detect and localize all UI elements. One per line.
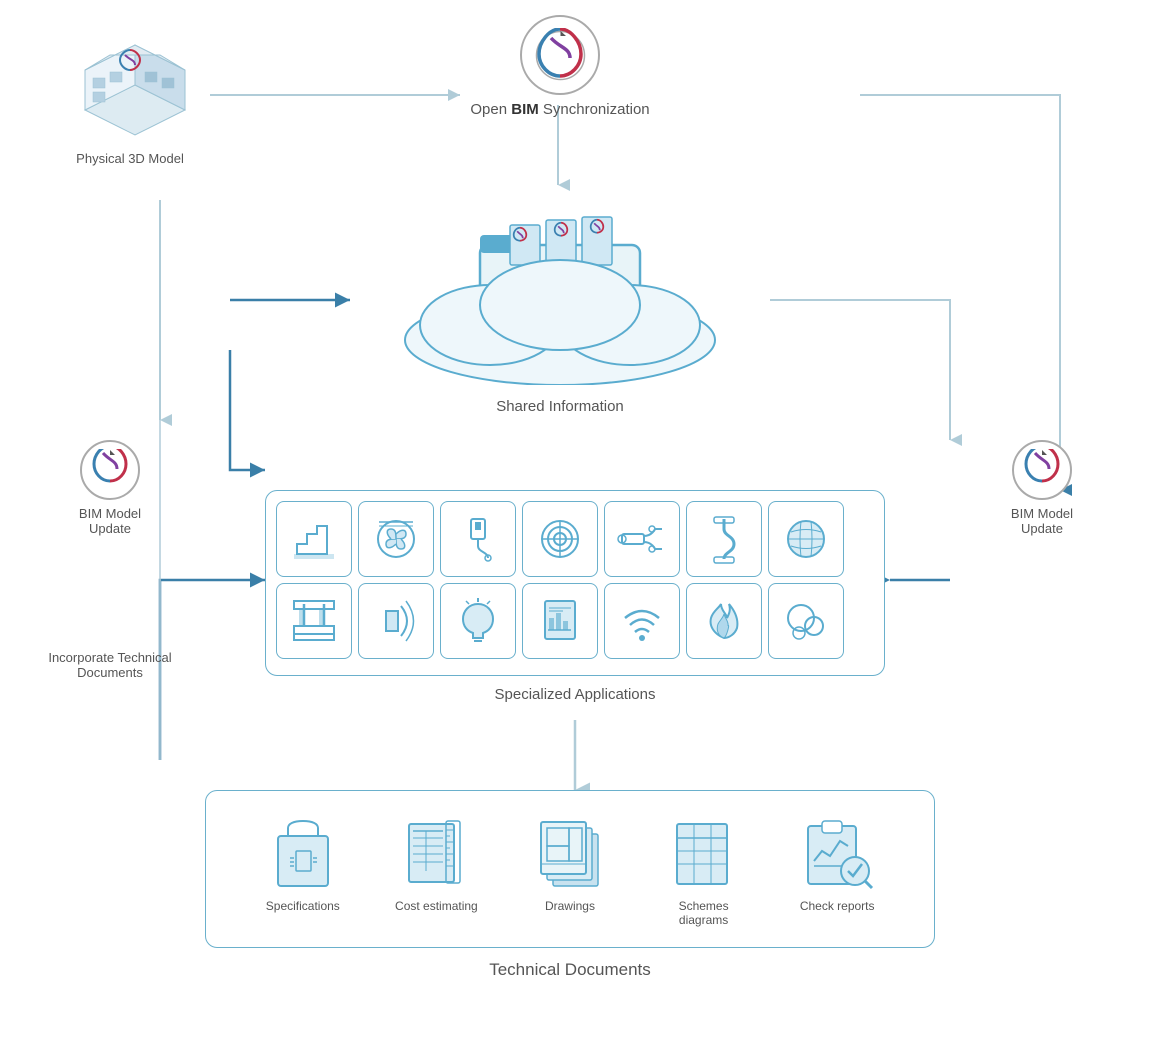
bim-update-right-label: BIM ModelUpdate [987,506,1097,536]
shared-info-label: Shared Information [350,398,770,415]
apps-row-2 [276,583,874,659]
bim-sync-icon [520,15,600,95]
drawings-icon [515,811,625,891]
apps-row-1 [276,501,874,577]
app-lighting [440,583,516,659]
app-wifi [604,583,680,659]
tech-docs-section: Specifications [205,790,935,980]
check-reports-label: Check reports [782,899,892,913]
cloud-icon: BIMserver.center [360,185,760,385]
check-reports-icon [782,811,892,891]
bim-update-left: BIM ModelUpdate [55,440,165,536]
app-hvac [358,501,434,577]
app-architecture [276,501,352,577]
building-icon [55,30,205,140]
tech-docs-border: Specifications [205,790,935,948]
app-acoustics [358,583,434,659]
physical-model-section: Physical 3D Model [50,30,210,166]
app-drainage [686,501,762,577]
cost-estimating-label: Cost estimating [381,899,491,913]
app-bubbles [768,583,844,659]
specialized-apps-section: Specialized Applications [265,490,885,703]
shared-info-section: BIMserver.center Shared Information [350,185,770,415]
app-fire [686,583,762,659]
apps-grid [265,490,885,676]
tech-doc-check-reports: Check reports [782,811,892,913]
app-piping [522,501,598,577]
tech-doc-schemes: Schemesdiagrams [649,811,759,927]
incorporate-label: Incorporate Technical Documents [40,650,180,680]
schemes-label: Schemesdiagrams [649,899,759,927]
cost-estimating-icon [381,811,491,891]
bim-update-right: BIM ModelUpdate [987,440,1097,536]
app-structure [276,583,352,659]
tech-docs-title: Technical Documents [205,960,935,980]
bim-update-left-label: BIM ModelUpdate [55,506,165,536]
app-pipes2 [604,501,680,577]
bim-sync-label: Open BIM Synchronization [460,101,660,118]
app-plumbing [440,501,516,577]
app-documentation [522,583,598,659]
drawings-label: Drawings [515,899,625,913]
bim-update-right-icon [1012,440,1072,500]
specialized-apps-label: Specialized Applications [265,686,885,703]
tech-doc-drawings: Drawings [515,811,625,913]
tech-doc-specifications: Specifications [248,811,358,913]
diagram-container: Physical 3D Model Open BIM Synchronizati… [0,0,1152,1039]
physical-model-label: Physical 3D Model [50,151,210,166]
specifications-label: Specifications [248,899,358,913]
specifications-icon [248,811,358,891]
app-geospatial [768,501,844,577]
tech-doc-cost: Cost estimating [381,811,491,913]
schemes-icon [649,811,759,891]
bim-sync-section: Open BIM Synchronization [460,15,660,118]
bim-update-left-icon [80,440,140,500]
